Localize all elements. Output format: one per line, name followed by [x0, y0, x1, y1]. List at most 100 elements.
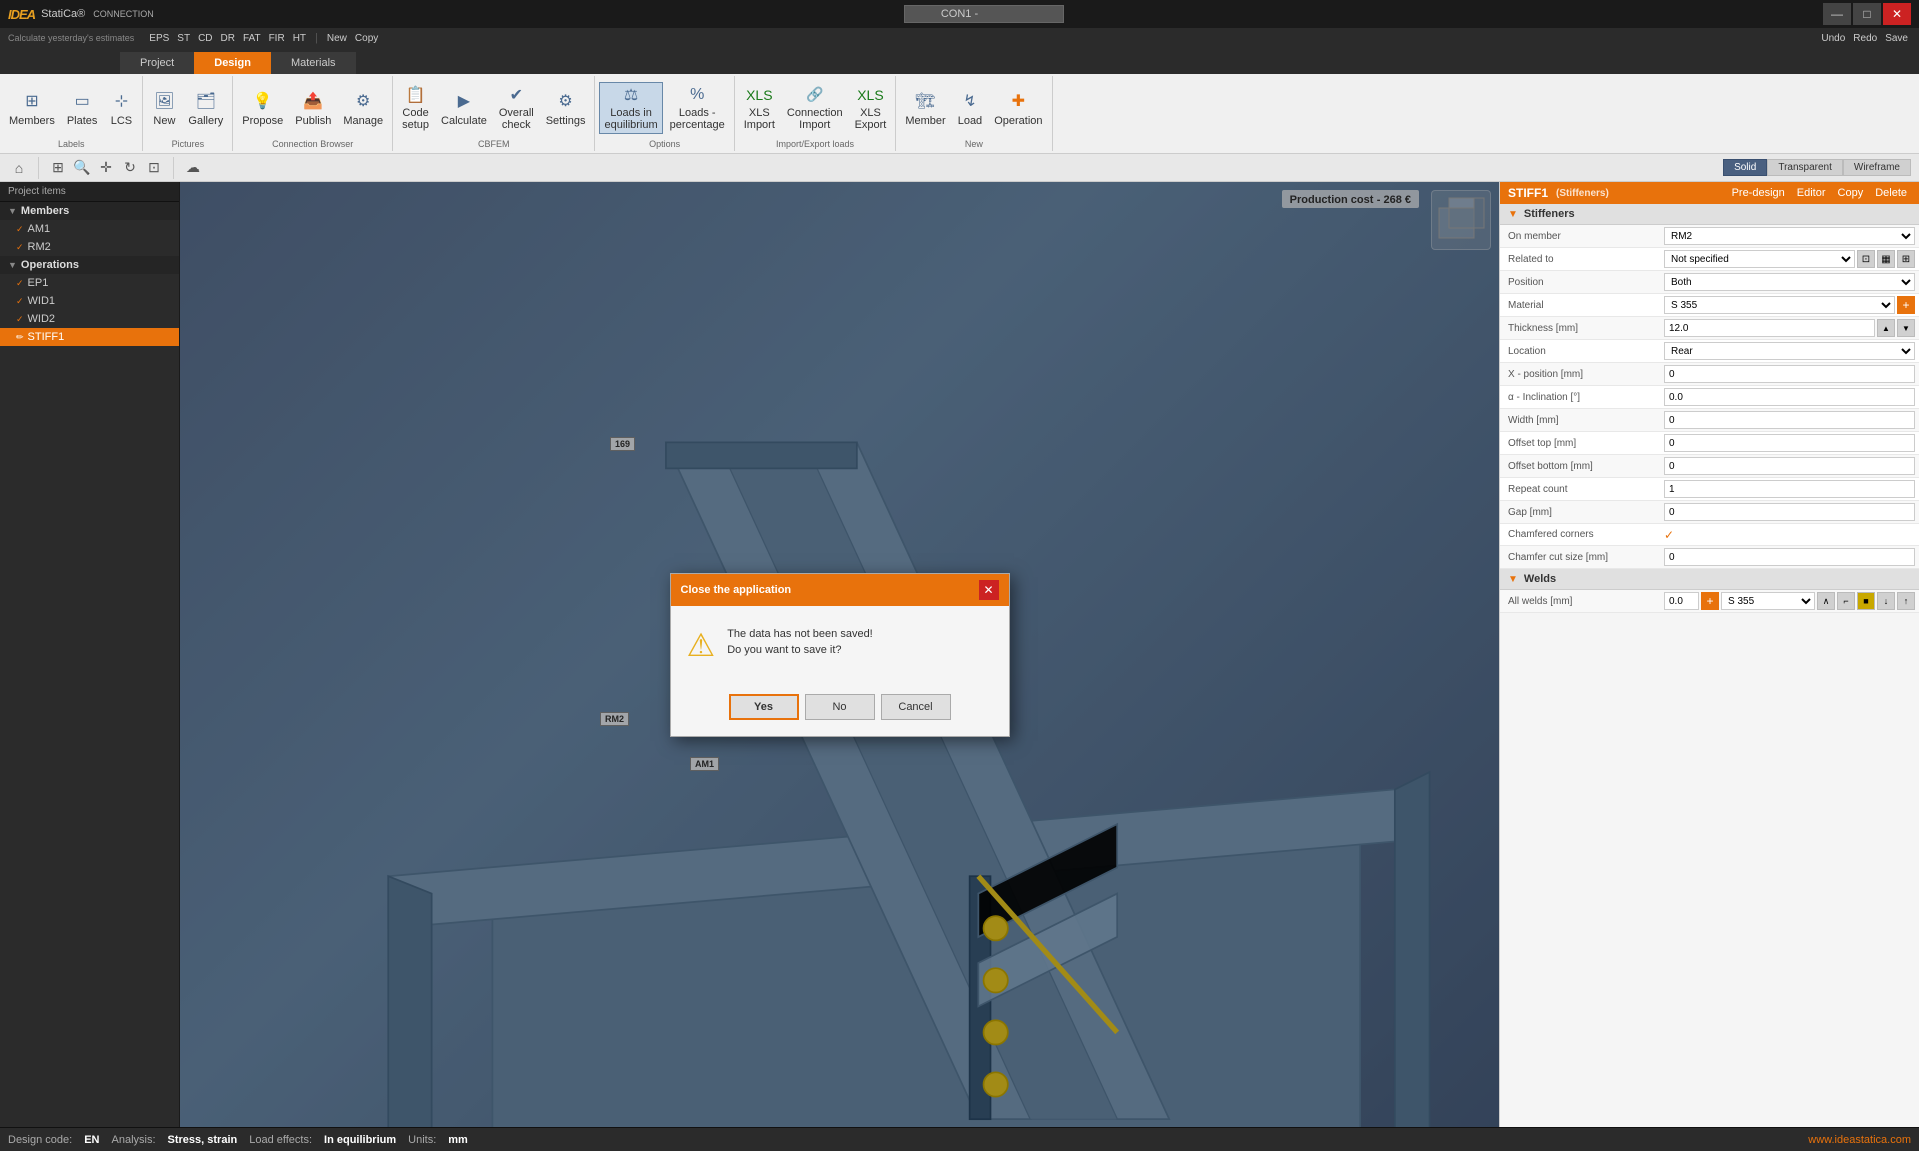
related-to-btn2[interactable]: ▦ [1877, 250, 1895, 268]
tree-item-wid2[interactable]: ✓ WID2 [0, 310, 179, 328]
qa-copy[interactable]: Copy [352, 32, 381, 45]
qa-dr[interactable]: DR [218, 32, 238, 45]
qa-ht[interactable]: HT [290, 32, 309, 45]
view-refresh-button[interactable]: ↻ [119, 157, 141, 179]
ribbon-btn-calculate[interactable]: ▶ Calculate [436, 82, 492, 134]
ribbon-btn-new-picture[interactable]: 🖼 New [147, 82, 181, 134]
qa-new[interactable]: New [324, 32, 350, 45]
qa-cd[interactable]: CD [195, 32, 215, 45]
view-extra-button[interactable]: ☁ [182, 157, 204, 179]
view-mode-wireframe[interactable]: Wireframe [1843, 159, 1911, 176]
view-mode-transparent[interactable]: Transparent [1767, 159, 1843, 176]
redo-button[interactable]: Redo [1850, 32, 1880, 45]
weld-icon-btn5[interactable]: ↑ [1897, 592, 1915, 610]
related-to-dropdown[interactable]: Not specified [1664, 250, 1855, 268]
tab-design[interactable]: Design [194, 52, 271, 74]
thickness-dec-button[interactable]: ▼ [1897, 319, 1915, 337]
weld-icon-btn2[interactable]: ⌐ [1837, 592, 1855, 610]
ribbon-btn-connection-import[interactable]: 🔗 ConnectionImport [782, 82, 848, 134]
view-mode-solid[interactable]: Solid [1723, 159, 1767, 176]
all-welds-material-dropdown[interactable]: S 355 [1721, 592, 1815, 610]
minimize-button[interactable]: — [1823, 3, 1851, 25]
location-dropdown[interactable]: Rear [1664, 342, 1915, 360]
tree-item-rm2[interactable]: ✓ RM2 [0, 238, 179, 256]
weld-icon-btn3[interactable]: ■ [1857, 592, 1875, 610]
save-button[interactable]: Save [1882, 32, 1911, 45]
viewport[interactable]: Production cost - 268 € [180, 182, 1499, 1127]
copy-button[interactable]: Copy [1834, 186, 1868, 200]
delete-button[interactable]: Delete [1871, 186, 1911, 200]
members-section-header[interactable]: ▼ Members [0, 202, 179, 220]
offset-top-input[interactable] [1664, 434, 1915, 452]
ribbon-btn-gallery[interactable]: 🗂 Gallery [183, 82, 228, 134]
ribbon-btn-loads-equilibrium[interactable]: ⚖ Loads inequilibrium [599, 82, 662, 134]
width-input[interactable] [1664, 411, 1915, 429]
stiffeners-section-header[interactable]: ▼ Stiffeners [1500, 204, 1919, 225]
maximize-button[interactable]: □ [1853, 3, 1881, 25]
dialog-yes-button[interactable]: Yes [729, 694, 799, 720]
view-home-button[interactable]: ⌂ [8, 157, 30, 179]
related-to-btn3[interactable]: ⊞ [1897, 250, 1915, 268]
related-to-btn1[interactable]: ⊡ [1857, 250, 1875, 268]
window-controls[interactable]: — □ ✕ [1823, 3, 1911, 25]
tree-item-am1[interactable]: ✓ AM1 [0, 220, 179, 238]
thickness-input[interactable] [1664, 319, 1875, 337]
dialog-close-button[interactable]: ✕ [979, 580, 999, 600]
x-position-input[interactable] [1664, 365, 1915, 383]
ribbon-btn-propose[interactable]: 💡 Propose [237, 82, 288, 134]
material-dropdown[interactable]: S 355 [1664, 296, 1895, 314]
dialog-cancel-button[interactable]: Cancel [881, 694, 951, 720]
tab-project[interactable]: Project [120, 52, 194, 74]
ribbon-btn-publish[interactable]: 📤 Publish [290, 82, 336, 134]
qa-st[interactable]: ST [174, 32, 193, 45]
gap-input[interactable] [1664, 503, 1915, 521]
inclination-input[interactable] [1664, 388, 1915, 406]
qa-eps[interactable]: EPS [146, 32, 172, 45]
ribbon-btn-manage[interactable]: ⚙ Manage [338, 82, 388, 134]
operations-section-header[interactable]: ▼ Operations [0, 256, 179, 274]
ribbon-btn-xls-import[interactable]: XLS XLSImport [739, 82, 780, 134]
chamfered-checkbox[interactable]: ✓ [1664, 528, 1674, 542]
on-member-dropdown[interactable]: RM2 [1664, 227, 1915, 245]
tree-item-stiff1[interactable]: ✏ STIFF1 [0, 328, 179, 346]
ribbon-btn-plates[interactable]: ▭ Plates [62, 82, 103, 134]
view-zoom-button[interactable]: ⊡ [143, 157, 165, 179]
search-bar[interactable] [904, 5, 1064, 23]
ribbon-btn-operation[interactable]: ✚ Operation [989, 82, 1047, 134]
all-welds-add-button[interactable]: + [1701, 592, 1719, 610]
pre-design-button[interactable]: Pre-design [1728, 186, 1789, 200]
tab-materials[interactable]: Materials [271, 52, 356, 74]
offset-bottom-input[interactable] [1664, 457, 1915, 475]
ribbon-btn-code-setup[interactable]: 📋 Codesetup [397, 82, 434, 134]
ribbon-btn-lcs[interactable]: ⊹ LCS [104, 82, 138, 134]
qa-fir[interactable]: FIR [266, 32, 288, 45]
view-zoom-fit-button[interactable]: ⊞ [47, 157, 69, 179]
ribbon-btn-settings[interactable]: ⚙ Settings [541, 82, 591, 134]
dialog-no-button[interactable]: No [805, 694, 875, 720]
search-input[interactable] [904, 5, 1064, 23]
ribbon-btn-loads-percentage[interactable]: % Loads -percentage [665, 82, 730, 134]
tree-item-ep1[interactable]: ✓ EP1 [0, 274, 179, 292]
editor-button[interactable]: Editor [1793, 186, 1830, 200]
undo-button[interactable]: Undo [1818, 32, 1848, 45]
all-welds-input[interactable] [1664, 592, 1699, 610]
chamfer-size-input[interactable] [1664, 548, 1915, 566]
close-button[interactable]: ✕ [1883, 3, 1911, 25]
ribbon-btn-overall-check[interactable]: ✔ Overallcheck [494, 82, 539, 134]
quick-access-buttons[interactable]: EPS ST CD DR FAT FIR HT | New Copy [146, 32, 381, 45]
ribbon-btn-load[interactable]: ↯ Load [953, 82, 987, 134]
welds-section-header[interactable]: ▼ Welds [1500, 569, 1919, 590]
thickness-inc-button[interactable]: ▲ [1877, 319, 1895, 337]
ribbon-btn-xls-export[interactable]: XLS XLSExport [850, 82, 892, 134]
ribbon-btn-members[interactable]: ⊞ Members [4, 82, 60, 134]
tree-item-wid1[interactable]: ✓ WID1 [0, 292, 179, 310]
weld-icon-btn4[interactable]: ↓ [1877, 592, 1895, 610]
qa-fat[interactable]: FAT [240, 32, 264, 45]
ribbon-btn-member[interactable]: 🏗 Member [900, 82, 950, 134]
weld-icon-btn1[interactable]: ∧ [1817, 592, 1835, 610]
view-move-button[interactable]: ✛ [95, 157, 117, 179]
position-dropdown[interactable]: Both [1664, 273, 1915, 291]
repeat-count-input[interactable] [1664, 480, 1915, 498]
undo-redo-group[interactable]: Undo Redo Save [1818, 32, 1911, 45]
material-add-button[interactable]: + [1897, 296, 1915, 314]
